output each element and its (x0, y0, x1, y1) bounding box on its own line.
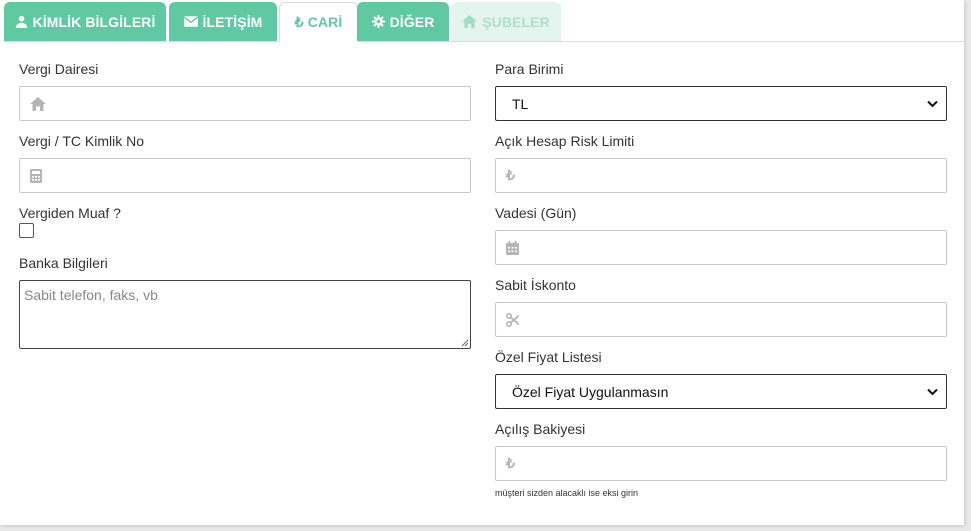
calculator-icon (30, 168, 42, 183)
scissors-icon (506, 312, 520, 327)
fixed-discount-field[interactable] (495, 302, 947, 337)
tab-contact-label: İLETİŞİM (202, 13, 263, 30)
envelope-icon (183, 16, 198, 27)
currency-label: Para Birimi (495, 61, 564, 77)
customer-form-panel: KİMLİK BİLGİLERİ İLETİŞİM ₺ CARİ DİĞER Ş… (0, 0, 964, 525)
tax-office-input[interactable] (54, 94, 470, 113)
tax-exempt-checkbox[interactable] (19, 223, 34, 238)
tab-identity[interactable]: KİMLİK BİLGİLERİ (4, 2, 166, 41)
due-days-field[interactable] (495, 230, 947, 265)
currency-value: TL (512, 95, 529, 112)
tab-other[interactable]: DİĞER (357, 2, 449, 41)
lira-icon: ₺ (294, 13, 304, 30)
lira-icon: ₺ (506, 167, 515, 183)
tax-id-label: Vergi / TC Kimlik No (19, 133, 144, 149)
home-icon (462, 15, 478, 28)
bank-info-placeholder: Sabit telefon, faks, vb (24, 287, 158, 303)
due-days-input[interactable] (527, 238, 946, 257)
tab-branches-label: ŞUBELER (482, 13, 550, 30)
price-list-label: Özel Fiyat Listesi (495, 349, 602, 365)
tax-office-label: Vergi Dairesi (19, 61, 99, 77)
risk-limit-input[interactable] (522, 166, 946, 185)
bank-info-label: Banka Bilgileri (19, 255, 108, 271)
price-list-value: Özel Fiyat Uygulanmasın (512, 383, 669, 400)
opening-balance-label: Açılış Bakiyesi (495, 421, 586, 437)
currency-select[interactable]: TL (495, 86, 947, 121)
chevron-down-icon (927, 100, 938, 107)
risk-limit-field[interactable]: ₺ (495, 158, 947, 193)
tab-bar: KİMLİK BİLGİLERİ İLETİŞİM ₺ CARİ DİĞER Ş… (4, 2, 964, 42)
gear-icon (371, 15, 385, 28)
resize-handle-icon[interactable] (460, 338, 469, 347)
tab-identity-label: KİMLİK BİLGİLERİ (32, 13, 156, 30)
lira-icon: ₺ (506, 455, 515, 471)
user-icon (15, 15, 27, 28)
tax-exempt-label: Vergiden Muaf ? (19, 205, 121, 221)
home-icon (30, 96, 46, 111)
tab-contact[interactable]: İLETİŞİM (169, 2, 277, 41)
opening-balance-help: müşteri sizden alacaklı ise eksi girin (495, 488, 639, 498)
price-list-select[interactable]: Özel Fiyat Uygulanmasın (495, 374, 947, 409)
tab-other-label: DİĞER (389, 13, 435, 30)
tab-account[interactable]: ₺ CARİ (279, 2, 358, 42)
fixed-discount-label: Sabit İskonto (495, 277, 576, 293)
due-days-label: Vadesi (Gün) (495, 205, 577, 221)
opening-balance-input[interactable] (522, 454, 946, 473)
calendar-icon (506, 240, 519, 255)
tax-office-field[interactable] (19, 86, 471, 121)
fixed-discount-input[interactable] (528, 310, 946, 329)
bank-info-textarea[interactable]: Sabit telefon, faks, vb (19, 280, 471, 349)
tab-branches: ŞUBELER (451, 2, 561, 41)
tab-account-label: CARİ (307, 14, 343, 30)
tax-id-input[interactable] (50, 166, 470, 185)
risk-limit-label: Açık Hesap Risk Limiti (495, 133, 635, 149)
tax-id-field[interactable] (19, 158, 471, 193)
chevron-down-icon (927, 388, 938, 395)
opening-balance-field[interactable]: ₺ (495, 446, 947, 481)
